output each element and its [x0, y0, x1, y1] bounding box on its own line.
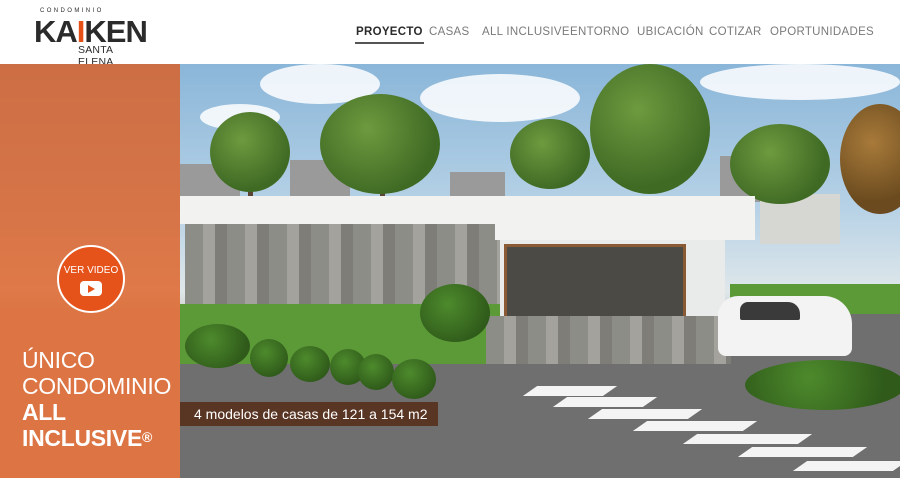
- registered-mark: ®: [141, 429, 152, 445]
- hero-section: VER VIDEO ÚNICO CONDOMINIO ALL INCLUSIVE…: [0, 64, 900, 478]
- headline-line-1: ÚNICO: [22, 347, 95, 373]
- nav-item-all-inclusive[interactable]: ALL INCLUSIVE: [482, 26, 570, 38]
- models-banner: 4 modelos de casas de 121 a 154 m2: [180, 402, 438, 426]
- nav-item-proyecto[interactable]: PROYECTO: [355, 26, 424, 44]
- headline-line-4: INCLUSIVE: [22, 425, 142, 451]
- watch-video-label: VER VIDEO: [63, 265, 119, 276]
- hero-headline: ÚNICO CONDOMINIO ALL INCLUSIVE®: [22, 347, 182, 451]
- youtube-play-icon: [80, 281, 102, 296]
- site-header: CONDOMINIO KAIKEN SANTA ELENA PROYECTO C…: [0, 0, 900, 68]
- nav-item-ubicacion[interactable]: UBICACIÓN: [637, 26, 704, 38]
- main-nav: PROYECTO CASAS ALL INCLUSIVE ENTORNO UBI…: [0, 26, 900, 46]
- nav-item-oportunidades[interactable]: OPORTUNIDADES: [770, 26, 874, 38]
- headline-line-3: ALL: [22, 399, 66, 425]
- nav-item-casas[interactable]: CASAS: [429, 26, 470, 38]
- watch-video-button[interactable]: VER VIDEO: [57, 245, 125, 313]
- headline-line-2: CONDOMINIO: [22, 373, 172, 399]
- nav-item-cotizar[interactable]: COTIZAR: [709, 26, 762, 38]
- nav-item-entorno[interactable]: ENTORNO: [570, 26, 629, 38]
